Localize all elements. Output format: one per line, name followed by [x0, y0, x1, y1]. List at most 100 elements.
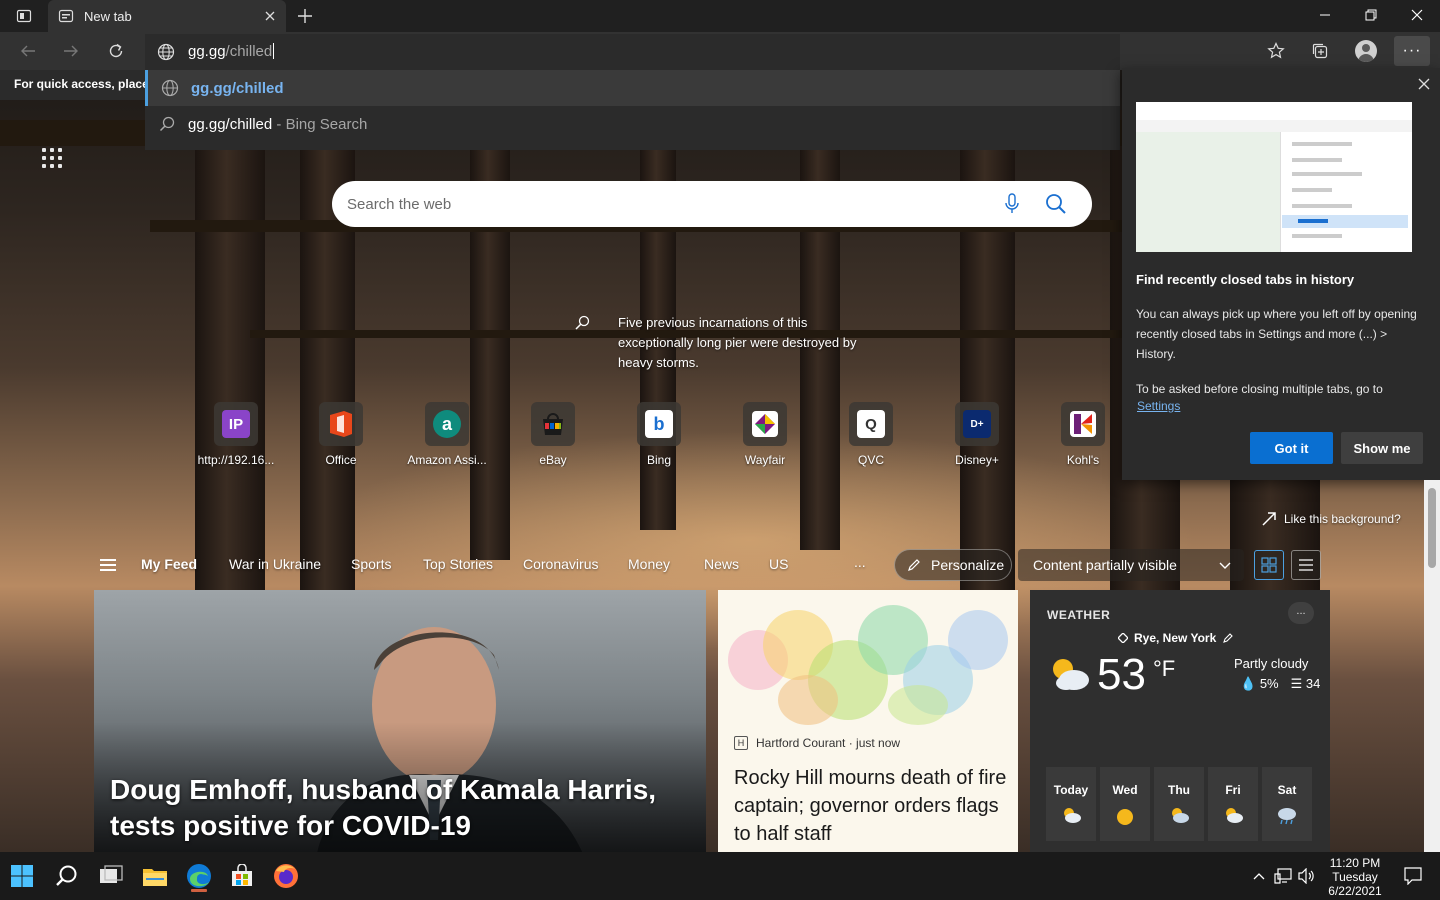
news-card-main[interactable]: Doug Emhoff, husband of Kamala Harris, t…	[94, 590, 706, 852]
tab-new-tab[interactable]: New tab	[48, 0, 286, 32]
top-site-tile[interactable]: a Amazon Assi...	[394, 402, 500, 472]
store-button[interactable]	[222, 860, 262, 892]
menu-icon[interactable]	[100, 559, 116, 571]
feed-tab-top-stories[interactable]: Top Stories	[423, 556, 493, 572]
top-site-label: Amazon Assi...	[407, 453, 487, 467]
address-bar[interactable]: gg.gg/chilled	[145, 34, 1120, 70]
news-card-side[interactable]: H Hartford Courant · just now Rocky Hill…	[718, 590, 1018, 852]
top-site-tile[interactable]: D+ Disney+	[924, 402, 1030, 472]
forecast-day[interactable]: Today	[1046, 767, 1096, 841]
top-site-tile[interactable]: Wayfair	[712, 402, 818, 472]
partly-cloudy-icon	[1226, 808, 1243, 823]
minimize-button[interactable]	[1302, 0, 1348, 30]
suggestion-item[interactable]: gg.gg/chilled - Bing Search	[145, 106, 1120, 142]
feed-tab-money[interactable]: Money	[628, 556, 670, 572]
firefox-button[interactable]	[266, 860, 306, 892]
tab-title: New tab	[84, 8, 132, 24]
weather-location[interactable]: Rye, New York	[1118, 631, 1234, 645]
network-button[interactable]	[1272, 866, 1294, 886]
more-icon: ···	[1402, 42, 1422, 59]
like-background-link[interactable]: Like this background?	[1262, 512, 1401, 526]
feed-tab-news[interactable]: News	[704, 556, 739, 572]
top-site-tile[interactable]: IP http://192.16...	[183, 402, 289, 472]
top-site-tile[interactable]: Office	[288, 402, 394, 472]
weather-temperature: 53	[1097, 650, 1146, 699]
taskbar-search-button[interactable]	[47, 860, 87, 892]
network-icon	[1274, 868, 1292, 884]
close-flyout-button[interactable]	[1414, 74, 1434, 94]
precipitation-value: 5%	[1259, 676, 1279, 691]
tip-body-secondary: To be asked before closing multiple tabs…	[1136, 382, 1383, 396]
favorites-button[interactable]	[1261, 38, 1291, 64]
top-site-label: Wayfair	[744, 453, 786, 467]
bing-icon: b	[645, 410, 673, 438]
back-button[interactable]	[12, 36, 44, 66]
feed-tab-my-feed[interactable]: My Feed	[141, 556, 197, 572]
top-site-tile[interactable]: eBay	[500, 402, 606, 472]
task-view-button[interactable]	[91, 860, 131, 892]
notification-icon	[1404, 867, 1422, 885]
feed-tab-coronavirus[interactable]: Coronavirus	[523, 556, 598, 572]
notifications-button[interactable]	[1402, 865, 1424, 887]
forward-button[interactable]	[55, 36, 87, 66]
chevron-down-icon	[1219, 562, 1231, 569]
microphone-icon[interactable]	[1004, 193, 1020, 215]
like-background-label: Like this background?	[1284, 512, 1401, 526]
weather-card[interactable]: WEATHER ... Rye, New York 53 °F Partly c…	[1030, 590, 1330, 852]
store-icon	[232, 864, 252, 886]
settings-link[interactable]: Settings	[1137, 399, 1180, 413]
pencil-icon[interactable]	[1222, 632, 1234, 644]
top-site-tile[interactable]: Q QVC	[818, 402, 924, 472]
app-launcher-button[interactable]	[40, 146, 64, 170]
close-window-button[interactable]	[1394, 0, 1440, 30]
forecast-day[interactable]: Wed	[1100, 767, 1150, 841]
grid-icon	[1261, 557, 1277, 573]
search-placeholder: Search the web	[347, 196, 452, 213]
show-hidden-icons-button[interactable]	[1250, 866, 1268, 886]
suggestion-item[interactable]: gg.gg/chilled	[145, 70, 1120, 106]
edge-taskbar-button[interactable]	[179, 860, 219, 892]
start-button[interactable]	[2, 860, 42, 892]
feed-tab-war-in-ukraine[interactable]: War in Ukraine	[229, 556, 321, 572]
partly-cloudy-icon	[1053, 659, 1089, 690]
feed-tab-sports[interactable]: Sports	[351, 556, 391, 572]
new-tab-button[interactable]	[292, 4, 318, 28]
feed-tab-us[interactable]: US	[769, 556, 788, 572]
close-tab-button[interactable]	[258, 4, 282, 28]
refresh-button[interactable]	[100, 36, 132, 66]
list-layout-button[interactable]	[1291, 550, 1321, 580]
forecast-day[interactable]: Fri	[1208, 767, 1258, 841]
feed-more-button[interactable]: ...	[854, 554, 866, 570]
image-info-search-icon[interactable]	[574, 315, 590, 331]
top-site-label: eBay	[539, 453, 567, 467]
restore-button[interactable]	[1348, 0, 1394, 30]
title-bar: New tab	[0, 0, 1440, 32]
personalize-button[interactable]: Personalize	[894, 549, 1012, 581]
grid-layout-button[interactable]	[1254, 550, 1284, 580]
feed-navigation: My Feed War in Ukraine Sports Top Storie…	[94, 549, 1330, 581]
top-site-tile[interactable]: Kohl's	[1030, 402, 1136, 472]
taskbar-clock[interactable]: 11:20 PM Tuesday 6/22/2021	[1320, 856, 1390, 898]
location-icon	[1118, 633, 1128, 643]
search-icon[interactable]	[1045, 193, 1067, 215]
show-me-button[interactable]: Show me	[1341, 432, 1423, 464]
web-search-box[interactable]: Search the web	[332, 181, 1092, 227]
address-typed: gg.gg	[188, 43, 226, 60]
got-it-button[interactable]: Got it	[1250, 432, 1333, 464]
forecast-day[interactable]: Sat	[1262, 767, 1312, 841]
weather-unit-toggle[interactable]: °F	[1153, 656, 1175, 682]
profile-avatar[interactable]	[1355, 40, 1377, 62]
taskbar: 11:20 PM Tuesday 6/22/2021	[0, 852, 1440, 900]
forecast-day[interactable]: Thu	[1154, 767, 1204, 841]
top-site-tile[interactable]: b Bing	[606, 402, 712, 472]
tab-actions-button[interactable]	[12, 6, 36, 26]
volume-button[interactable]	[1297, 866, 1317, 886]
file-explorer-button[interactable]	[135, 860, 175, 892]
settings-and-more-button[interactable]: ···	[1394, 36, 1430, 66]
content-visibility-dropdown[interactable]: Content partially visible	[1018, 549, 1244, 581]
weather-more-button[interactable]: ...	[1288, 602, 1314, 624]
collections-button[interactable]	[1305, 38, 1335, 64]
scrollbar-thumb[interactable]	[1428, 488, 1436, 568]
amazon-icon: a	[433, 410, 461, 438]
weather-stats: 💧 5% ☰ 34	[1240, 676, 1320, 692]
